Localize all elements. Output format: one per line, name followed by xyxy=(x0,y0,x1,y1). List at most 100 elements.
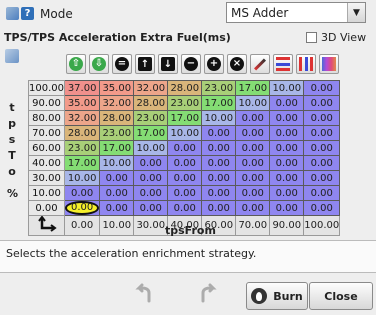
shift-up-button[interactable]: ↑ xyxy=(135,54,155,74)
y-axis-value[interactable]: 40.00 xyxy=(28,155,65,171)
table-cell[interactable]: 10.00 xyxy=(133,140,169,156)
table-cell[interactable]: 10.00 xyxy=(167,125,203,141)
table-cell[interactable]: 0.00 xyxy=(133,155,169,171)
edit-table-icon[interactable] xyxy=(5,49,19,63)
table-cell[interactable]: 0.00 xyxy=(167,140,203,156)
vertical-interpolate-button[interactable] xyxy=(296,54,316,74)
x-axis-value[interactable]: 70.00 xyxy=(235,215,271,236)
table-cell[interactable]: 0.00 xyxy=(133,185,169,201)
view-3d-toggle[interactable]: 3D View xyxy=(306,31,366,44)
table-cell[interactable]: 23.00 xyxy=(63,140,101,156)
undo-icon[interactable] xyxy=(133,283,155,305)
table-cell[interactable]: 0.00 xyxy=(201,155,237,171)
table-cell[interactable]: 0.00 xyxy=(133,170,169,186)
table-cell[interactable]: 0.00 xyxy=(303,110,341,126)
table-cell[interactable]: 0.00 xyxy=(235,155,271,171)
add-button[interactable]: + xyxy=(204,54,224,74)
view-3d-checkbox[interactable] xyxy=(306,32,317,43)
table-cell[interactable]: 0.00 xyxy=(201,140,237,156)
table-cell[interactable]: 17.00 xyxy=(133,125,169,141)
y-axis-value[interactable]: 10.00 xyxy=(28,185,65,201)
table-cell[interactable]: 0.00 xyxy=(167,200,203,216)
table-cell[interactable]: 0.00 xyxy=(303,140,341,156)
table-cell[interactable]: 32.00 xyxy=(63,110,101,126)
table-cell[interactable]: 0.00 xyxy=(269,95,305,111)
table-cell[interactable]: 0.00 xyxy=(269,155,305,171)
table-cell[interactable]: 32.00 xyxy=(99,95,135,111)
table-cell[interactable]: 28.00 xyxy=(63,125,101,141)
table-cell[interactable]: 0.00 xyxy=(303,95,341,111)
table-cell[interactable]: 0.00 xyxy=(99,200,135,216)
table-cell[interactable]: 0.00 xyxy=(303,200,341,216)
help-icon[interactable]: ? xyxy=(21,7,34,20)
pen-button[interactable] xyxy=(250,54,270,74)
decrement-button[interactable]: ⇩ xyxy=(89,54,109,74)
table-cell[interactable]: 0.00 xyxy=(269,140,305,156)
table-cell[interactable]: 0.00 xyxy=(235,185,271,201)
table-cell[interactable]: 0.00 xyxy=(63,185,101,201)
x-axis-value[interactable]: 30.00 xyxy=(133,215,169,236)
table-cell[interactable]: 0.00 xyxy=(201,185,237,201)
burn-button[interactable]: Burn xyxy=(246,282,308,310)
table-cell[interactable]: 0.00 xyxy=(269,200,305,216)
increment-button[interactable]: ⇧ xyxy=(66,54,86,74)
table-cell[interactable]: 0.00 xyxy=(303,125,341,141)
close-button[interactable]: Close xyxy=(309,282,373,310)
table-cell[interactable]: 0.00 xyxy=(235,110,271,126)
table-cell[interactable]: 0.00 xyxy=(235,170,271,186)
table-cell[interactable]: 0.00 xyxy=(201,125,237,141)
y-axis-value[interactable]: 30.00 xyxy=(28,170,65,186)
table-cell[interactable]: 23.00 xyxy=(133,110,169,126)
table-cell[interactable]: 0.00 xyxy=(133,200,169,216)
table-cell[interactable]: 28.00 xyxy=(99,110,135,126)
table-cell[interactable]: 23.00 xyxy=(99,125,135,141)
redo-icon[interactable] xyxy=(197,283,219,305)
edit-icon[interactable] xyxy=(6,7,19,20)
y-axis-value[interactable]: 70.00 xyxy=(28,125,65,141)
table-cell[interactable]: 17.00 xyxy=(63,155,101,171)
table-cell[interactable]: 17.00 xyxy=(99,140,135,156)
table-cell[interactable]: 35.00 xyxy=(63,95,101,111)
table-cell[interactable]: 23.00 xyxy=(201,80,237,96)
table-cell[interactable]: 10.00 xyxy=(201,110,237,126)
y-axis-value[interactable]: 90.00 xyxy=(28,95,65,111)
table-cell[interactable]: 0.00 xyxy=(63,200,101,216)
table-cell[interactable]: 32.00 xyxy=(133,80,169,96)
x-axis-value[interactable]: 100.00 xyxy=(303,215,341,236)
table-cell[interactable]: 17.00 xyxy=(235,80,271,96)
table-cell[interactable]: 0.00 xyxy=(269,125,305,141)
table-cell[interactable]: 10.00 xyxy=(63,170,101,186)
chevron-down-icon[interactable]: ▼ xyxy=(347,3,365,22)
table-cell[interactable]: 0.00 xyxy=(303,155,341,171)
y-axis-value[interactable]: 100.00 xyxy=(28,80,65,96)
table-cell[interactable]: 10.00 xyxy=(269,80,305,96)
x-axis-value[interactable]: 0.00 xyxy=(63,215,101,236)
table-cell[interactable]: 0.00 xyxy=(269,110,305,126)
table-cell[interactable]: 0.00 xyxy=(303,80,341,96)
table-cell[interactable]: 28.00 xyxy=(167,80,203,96)
mode-select[interactable]: MS Adder ▼ xyxy=(226,2,366,23)
table-cell[interactable]: 0.00 xyxy=(269,170,305,186)
shift-down-button[interactable]: ↓ xyxy=(158,54,178,74)
table-cell[interactable]: 0.00 xyxy=(235,125,271,141)
y-axis-value[interactable]: 60.00 xyxy=(28,140,65,156)
table-cell[interactable]: 17.00 xyxy=(201,95,237,111)
table-cell[interactable]: 0.00 xyxy=(201,200,237,216)
y-axis-value[interactable]: 80.00 xyxy=(28,110,65,126)
horizontal-interpolate-button[interactable] xyxy=(273,54,293,74)
x-axis-value[interactable]: 10.00 xyxy=(99,215,135,236)
table-cell[interactable]: 10.00 xyxy=(235,95,271,111)
table-cell[interactable]: 0.00 xyxy=(99,185,135,201)
table-cell[interactable]: 23.00 xyxy=(167,95,203,111)
table-cell[interactable]: 17.00 xyxy=(167,110,203,126)
x-axis-value[interactable]: 90.00 xyxy=(269,215,305,236)
table-cell[interactable]: 0.00 xyxy=(235,140,271,156)
table-cell[interactable]: 0.00 xyxy=(167,155,203,171)
subtract-button[interactable]: − xyxy=(181,54,201,74)
table-cell[interactable]: 0.00 xyxy=(167,185,203,201)
set-equal-button[interactable]: = xyxy=(112,54,132,74)
table-cell[interactable]: 0.00 xyxy=(303,185,341,201)
smooth-button[interactable] xyxy=(319,54,339,74)
table-cell[interactable]: 35.00 xyxy=(99,80,135,96)
axis-corner-icon[interactable] xyxy=(28,215,65,236)
